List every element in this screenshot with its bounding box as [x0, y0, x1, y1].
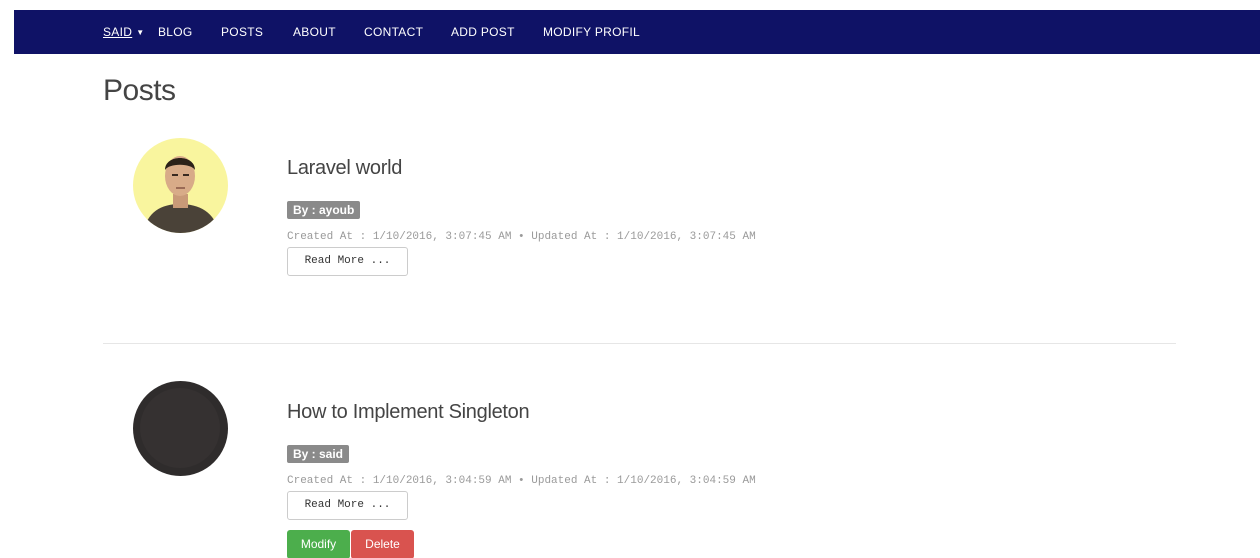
nav-item-contact[interactable]: CONTACT [364, 10, 423, 54]
read-more-button[interactable]: Read More ... [287, 247, 408, 276]
post-title[interactable]: How to Implement Singleton [287, 401, 530, 424]
post-divider [103, 343, 1176, 344]
author-photo-image [133, 381, 228, 476]
author-avatar [133, 138, 228, 233]
caret-down-icon: ▼ [136, 28, 145, 37]
nav-item-modify-profil[interactable]: MODIFY PROFIL [543, 10, 640, 54]
read-more-button[interactable]: Read More ... [287, 491, 408, 520]
author-badge: By : said [287, 445, 350, 463]
post-timestamps: Created At : 1/10/2016, 3:07:45 AM • Upd… [287, 231, 756, 243]
top-navbar: SAID ▼ BLOG POSTS ABOUT CONTACT ADD POST … [14, 10, 1260, 54]
user-dropdown[interactable]: SAID ▼ [103, 10, 144, 54]
post-timestamps: Created At : 1/10/2016, 3:04:59 AM • Upd… [287, 475, 756, 487]
user-dropdown-label: SAID [103, 25, 133, 39]
delete-button[interactable]: Delete [351, 530, 414, 558]
author-avatar [133, 381, 228, 476]
author-photo-image [133, 138, 228, 233]
nav-item-about[interactable]: ABOUT [293, 10, 336, 54]
author-badge: By : ayoub [287, 201, 361, 219]
modify-button[interactable]: Modify [287, 530, 350, 558]
post-title[interactable]: Laravel world [287, 157, 402, 180]
nav-item-blog[interactable]: BLOG [158, 10, 193, 54]
nav-item-add-post[interactable]: ADD POST [451, 10, 515, 54]
nav-item-posts[interactable]: POSTS [221, 10, 263, 54]
page-title: Posts [103, 74, 176, 107]
